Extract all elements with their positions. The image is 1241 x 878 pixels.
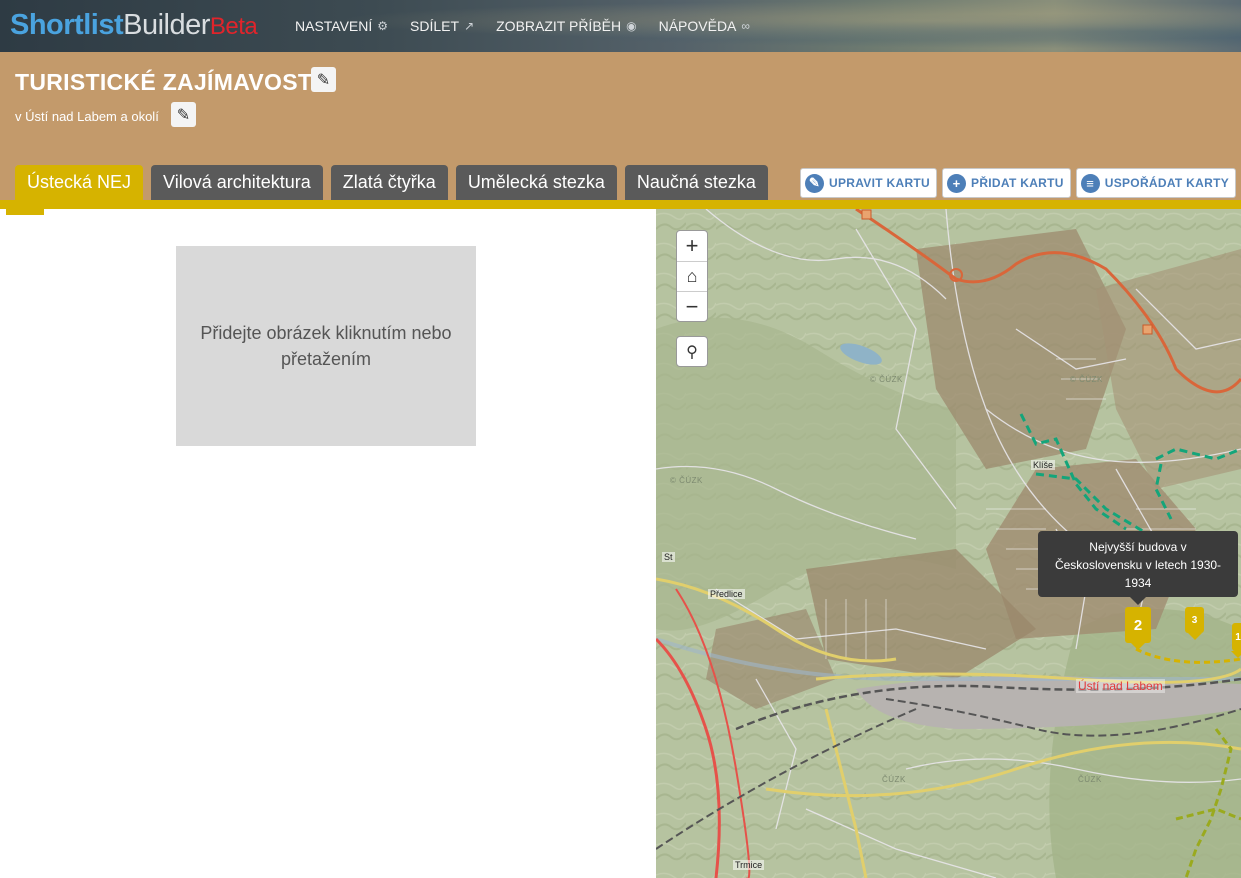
- pencil-icon: ✎: [805, 173, 824, 193]
- map-watermark: ČÚZK: [882, 775, 906, 784]
- tab-bar: Ústecká NEJ Vilová architektura Zlatá čt…: [15, 165, 768, 200]
- map-watermark: © ČÚZK: [670, 476, 703, 485]
- image-dropzone-label: Přidejte obrázek kliknutím nebo přetažen…: [200, 323, 452, 369]
- card-actions: ✎ UPRAVIT KARTU + PŘIDAT KARTU ≡ USPOŘÁD…: [800, 168, 1237, 198]
- eye-icon: ◉: [626, 19, 637, 33]
- pencil-icon: ✎: [316, 71, 331, 89]
- nav-help[interactable]: NÁPOVĚDA ∞: [659, 18, 750, 34]
- share-icon: ↗: [464, 19, 475, 33]
- pencil-icon: ✎: [176, 106, 191, 124]
- edit-title-button[interactable]: ✎: [311, 67, 336, 92]
- tab-vilova-architektura[interactable]: Vilová architektura: [151, 165, 323, 200]
- edit-card-label: UPRAVIT KARTU: [829, 176, 931, 190]
- story-subtitle: v Ústí nad Labem a okolí: [15, 109, 159, 124]
- add-card-button[interactable]: + PŘIDAT KARTU: [942, 168, 1071, 198]
- nav-settings-label: NASTAVENÍ: [295, 18, 373, 34]
- logo-shortlist: Shortlist: [10, 9, 124, 41]
- zoom-out-button[interactable]: −: [677, 291, 707, 321]
- home-button[interactable]: ⌂: [677, 261, 707, 291]
- top-bar: ShortlistBuilderBeta NASTAVENÍ ⚙ SDÍLET …: [0, 0, 1241, 52]
- home-icon: ⌂: [686, 266, 698, 286]
- edit-subtitle-button[interactable]: ✎: [171, 102, 196, 127]
- edit-card-button[interactable]: ✎ UPRAVIT KARTU: [800, 168, 938, 198]
- tab-ustecka-nej[interactable]: Ústecká NEJ: [15, 165, 144, 200]
- map-marker-1[interactable]: 1: [1231, 623, 1241, 658]
- zoom-in-button[interactable]: +: [677, 231, 707, 261]
- map-search-button[interactable]: ⚲: [676, 336, 708, 367]
- map-marker-3[interactable]: 3: [1185, 607, 1204, 640]
- nav-settings[interactable]: NASTAVENÍ ⚙: [295, 18, 388, 34]
- organize-cards-label: USPOŘÁDAT KARTY: [1104, 176, 1230, 190]
- binoculars-icon: ∞: [741, 19, 750, 33]
- logo-builder: Builder: [123, 9, 210, 41]
- map-watermark: ČÚZK: [1078, 775, 1102, 784]
- place-label-klise: Klíše: [1031, 460, 1056, 470]
- map-watermark: © ČÚZK: [1070, 375, 1103, 384]
- place-label-trmice: Trmice: [733, 860, 765, 870]
- nav-share-label: SDÍLET: [410, 18, 460, 34]
- map-view[interactable]: © ČÚZK © ČÚZK © ČÚZK ČÚZK ČÚZK Klíše Pře…: [656, 209, 1241, 878]
- plus-icon: +: [947, 173, 967, 193]
- plus-icon: +: [685, 233, 699, 258]
- place-label-usti: Ústí nad Labem: [1076, 679, 1165, 693]
- card-number-badge: [6, 209, 44, 215]
- main-nav: NASTAVENÍ ⚙ SDÍLET ↗ ZOBRAZIT PŘÍBĚH ◉ N…: [295, 18, 750, 34]
- organize-cards-button[interactable]: ≡ USPOŘÁDAT KARTY: [1075, 168, 1237, 198]
- zoom-controls: + ⌂ −: [676, 230, 708, 322]
- tab-underline: [0, 200, 1241, 209]
- app-logo: ShortlistBuilderBeta: [10, 7, 258, 45]
- search-icon: ⚲: [686, 343, 698, 361]
- place-label-predlice: Předlice: [708, 589, 745, 599]
- image-dropzone[interactable]: Přidejte obrázek kliknutím nebo přetažen…: [176, 246, 476, 446]
- tab-zlata-ctyrka[interactable]: Zlatá čtyřka: [330, 165, 448, 200]
- nav-view-story-label: ZOBRAZIT PŘÍBĚH: [496, 18, 622, 34]
- nav-share[interactable]: SDÍLET ↗: [410, 18, 474, 34]
- marker-tooltip: Nejvyšší budova v Československu v letec…: [1038, 531, 1238, 605]
- detail-panel: Přidejte obrázek kliknutím nebo přetažen…: [0, 209, 656, 878]
- minus-icon: −: [685, 293, 699, 319]
- logo-beta-badge: Beta: [209, 13, 258, 40]
- gear-icon: ⚙: [377, 19, 389, 33]
- nav-help-label: NÁPOVĚDA: [658, 18, 737, 34]
- map-watermark: © ČÚZK: [870, 375, 903, 384]
- story-header: TURISTICKÉ ZAJÍMAVOSTI ✎ v Ústí nad Labe…: [0, 52, 1241, 200]
- tab-umelecka-stezka[interactable]: Umělecká stezka: [455, 165, 617, 200]
- card-title-cropped: [72, 209, 592, 213]
- place-label-st: St: [662, 552, 675, 562]
- story-title: TURISTICKÉ ZAJÍMAVOSTI: [15, 69, 319, 95]
- map-marker-2[interactable]: 2: [1125, 607, 1151, 650]
- nav-view-story[interactable]: ZOBRAZIT PŘÍBĚH ◉: [496, 18, 636, 34]
- tab-naucna-stezka[interactable]: Naučná stezka: [624, 165, 768, 200]
- add-card-label: PŘIDAT KARTU: [971, 176, 1064, 190]
- list-icon: ≡: [1080, 173, 1100, 193]
